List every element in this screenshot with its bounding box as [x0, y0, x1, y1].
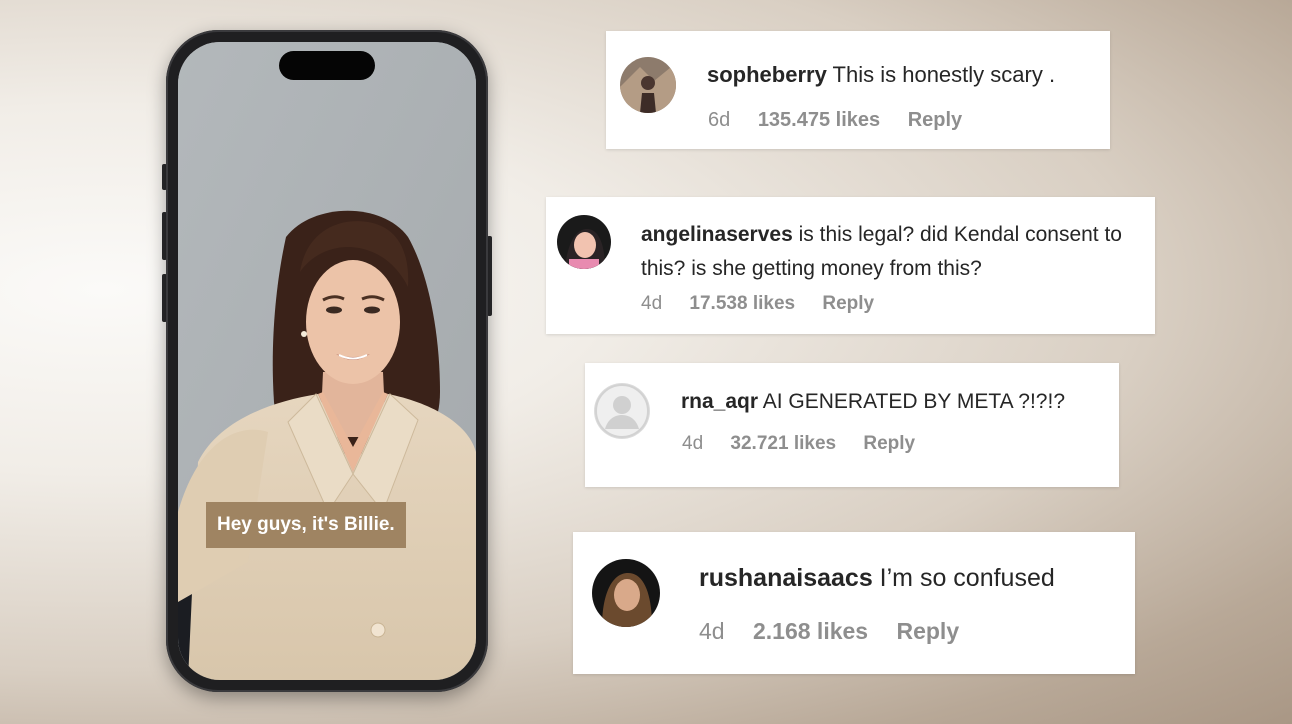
reply-button[interactable]: Reply	[896, 618, 959, 644]
comment-body: AI GENERATED BY META ?!?!?	[762, 390, 1065, 413]
comment-text: sopheberry This is honestly scary .	[707, 61, 1097, 89]
comment-text: rushanaisaacs I’m so confused	[699, 562, 1119, 594]
comment-meta: 6d 135.475 likes Reply	[708, 109, 984, 132]
comment-age: 4d	[699, 618, 725, 644]
video-screen[interactable]: Hey guys, it's Billie.	[178, 42, 476, 680]
comment-age: 4d	[682, 433, 704, 454]
reply-button[interactable]: Reply	[863, 433, 915, 454]
comment-age: 4d	[641, 293, 663, 314]
comment-likes[interactable]: 2.168 likes	[753, 618, 868, 644]
comment-likes[interactable]: 17.538 likes	[689, 293, 795, 314]
comment-card: angelinaserves is this legal? did Kendal…	[546, 197, 1155, 334]
video-person-image	[178, 42, 476, 680]
comment-text: rna_aqr AI GENERATED BY META ?!?!?	[681, 388, 1111, 416]
comment-meta: 4d 32.721 likes Reply	[682, 433, 937, 455]
photo-avatar-icon[interactable]	[620, 57, 676, 113]
photo-avatar-icon[interactable]	[592, 559, 660, 627]
dynamic-island	[279, 51, 375, 80]
comment-card: rna_aqr AI GENERATED BY META ?!?!? 4d 32…	[585, 363, 1119, 487]
comment-age: 6d	[708, 109, 731, 131]
comment-meta: 4d 2.168 likes Reply	[699, 618, 981, 645]
comment-body: This is honestly scary .	[832, 62, 1056, 87]
cartoon-avatar-icon[interactable]	[557, 215, 611, 269]
comment-username[interactable]: angelinaserves	[641, 223, 793, 246]
comment-meta: 4d 17.538 likes Reply	[641, 293, 896, 315]
reply-button[interactable]: Reply	[908, 109, 962, 131]
video-caption: Hey guys, it's Billie.	[206, 502, 406, 548]
default-user-icon[interactable]	[594, 383, 650, 439]
comment-username[interactable]: rushanaisaacs	[699, 564, 873, 592]
comment-card: sopheberry This is honestly scary . 6d 1…	[606, 31, 1110, 149]
reply-button[interactable]: Reply	[822, 293, 874, 314]
comment-likes[interactable]: 135.475 likes	[758, 109, 880, 131]
phone-mockup: Hey guys, it's Billie.	[166, 30, 488, 692]
comment-likes[interactable]: 32.721 likes	[730, 433, 836, 454]
comment-card: rushanaisaacs I’m so confused 4d 2.168 l…	[573, 532, 1135, 674]
comment-text: angelinaserves is this legal? did Kendal…	[641, 218, 1146, 286]
comment-username[interactable]: sopheberry	[707, 62, 827, 87]
comment-username[interactable]: rna_aqr	[681, 390, 758, 413]
comment-body: I’m so confused	[879, 564, 1055, 592]
